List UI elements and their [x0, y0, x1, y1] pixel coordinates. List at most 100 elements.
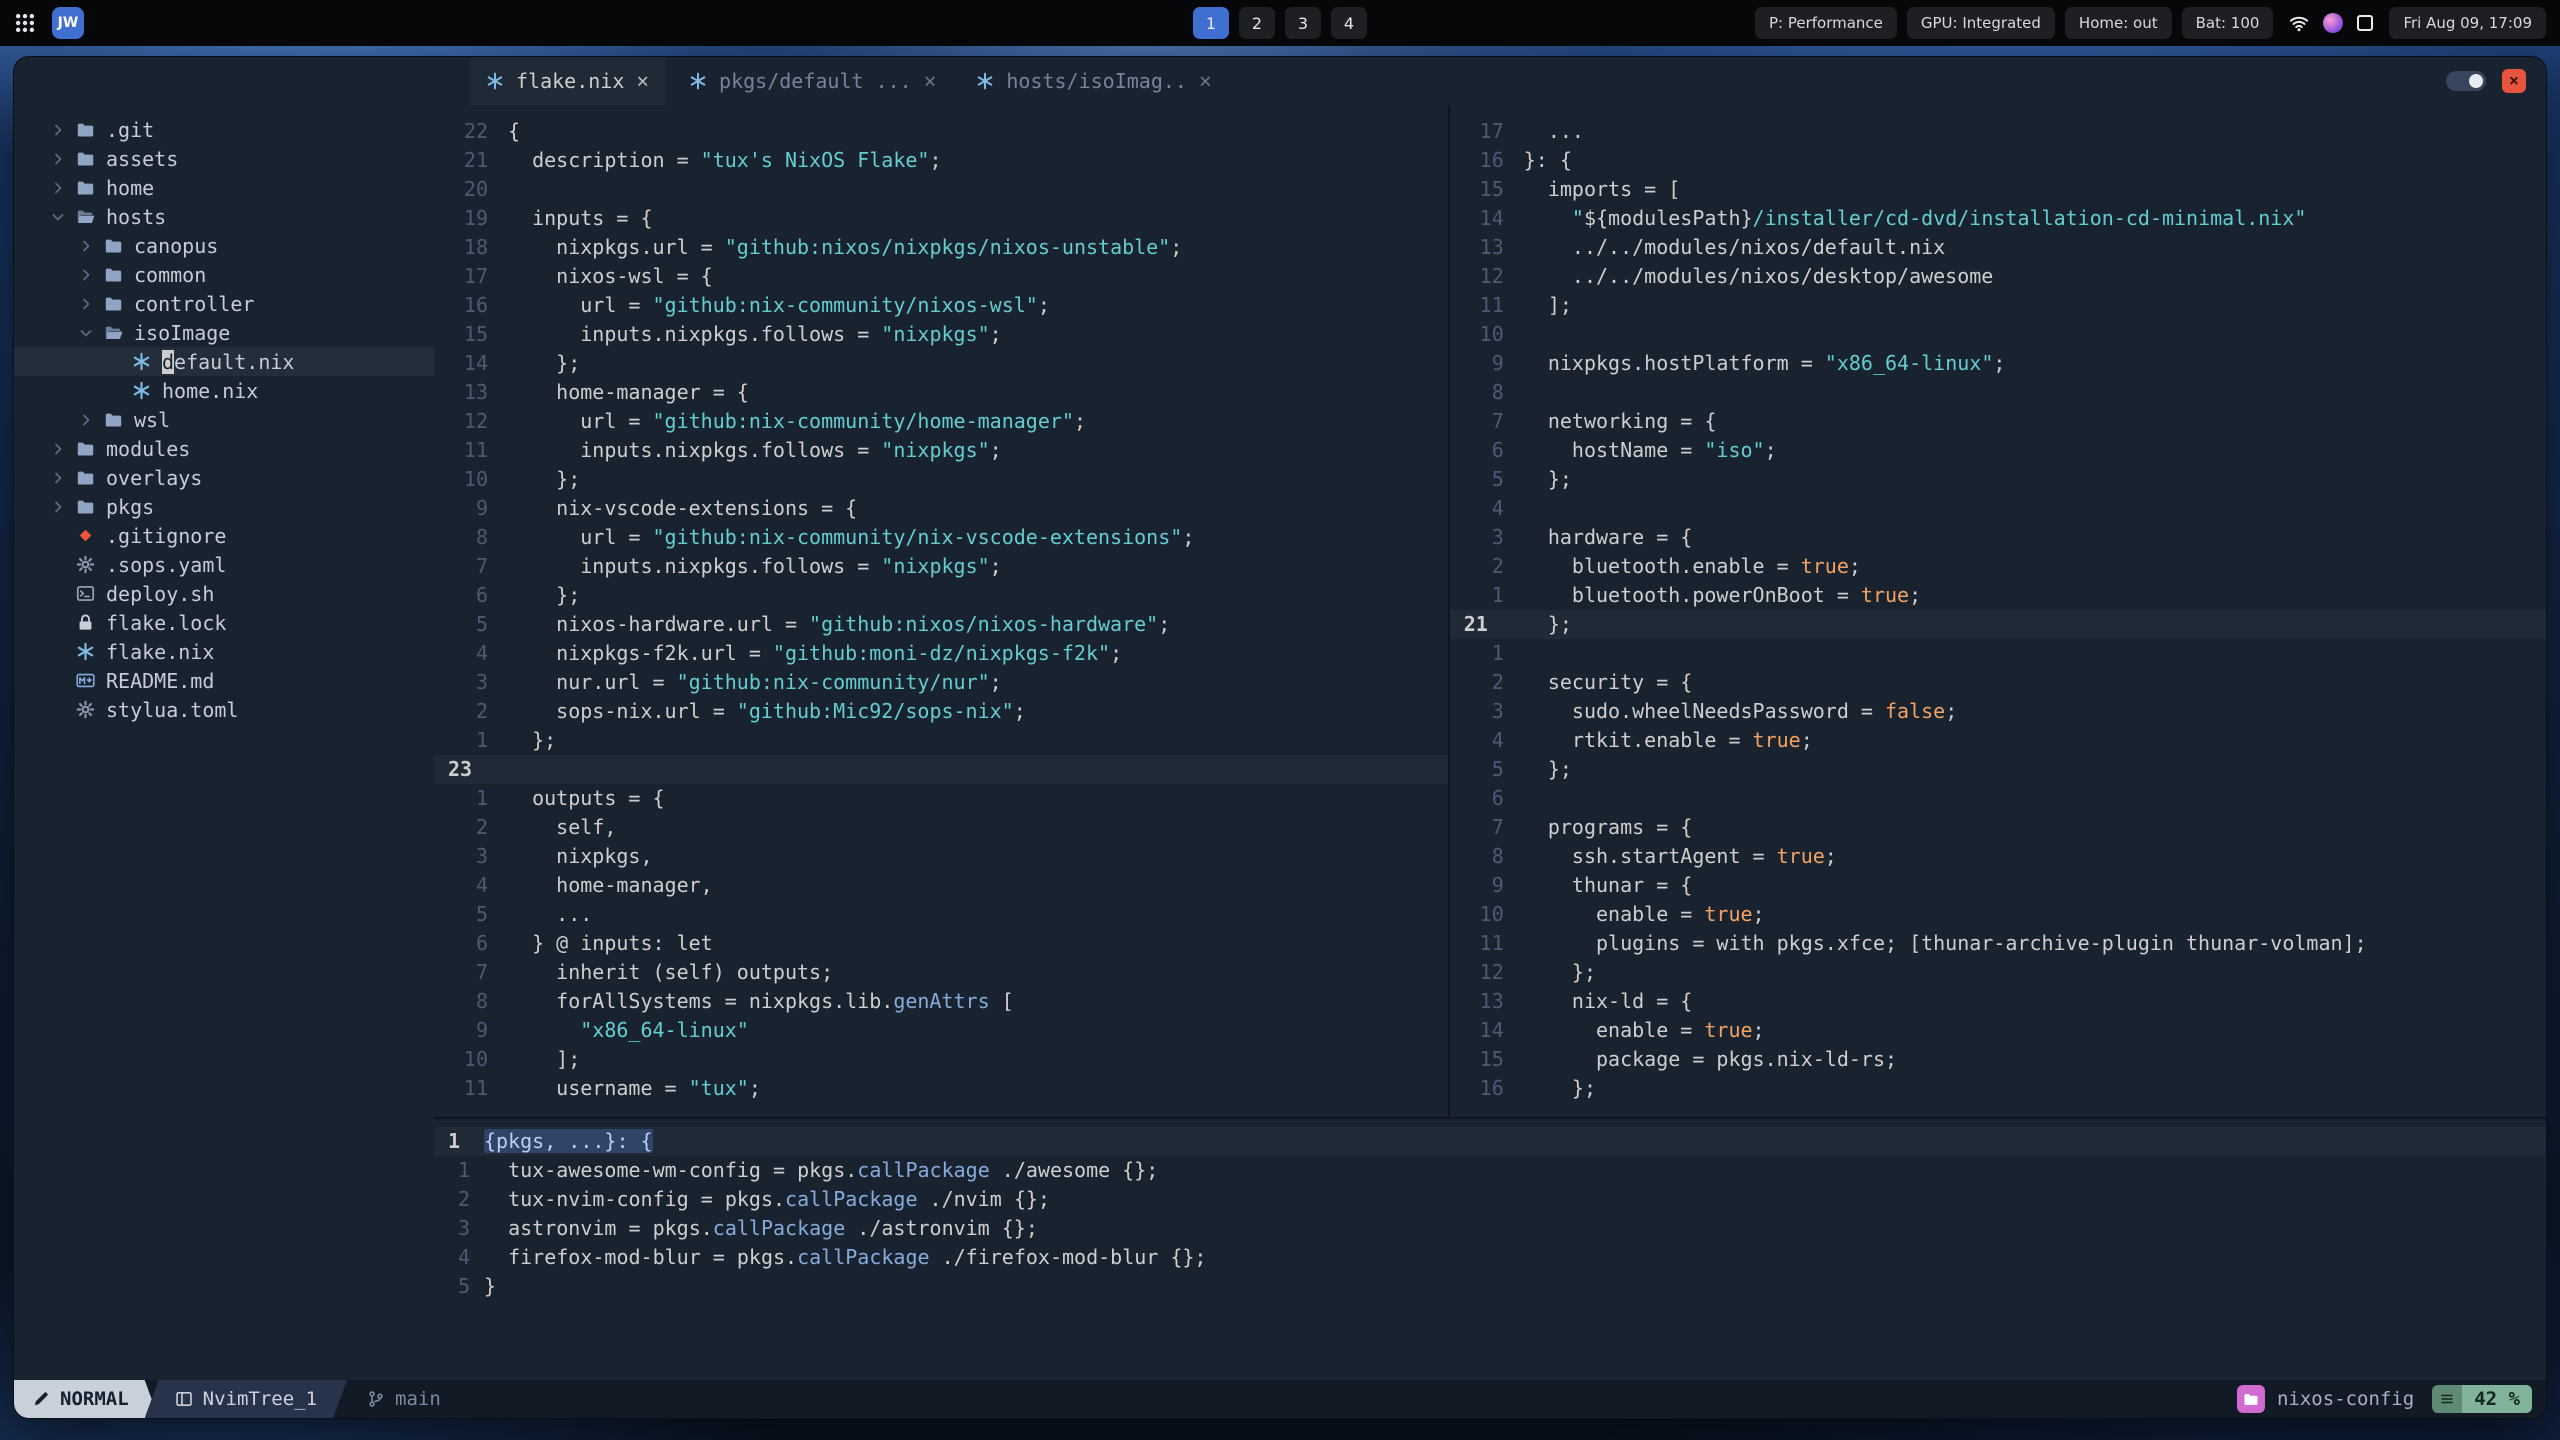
wifi-icon[interactable]: [2289, 13, 2309, 33]
tree-item-modules[interactable]: modules: [14, 434, 434, 463]
chevron-right-icon[interactable]: [50, 122, 76, 138]
code-line[interactable]: 6 hostName = "iso";: [1450, 436, 2546, 465]
code-line[interactable]: 6 } @ inputs: let: [434, 929, 1448, 958]
code-line[interactable]: 21 description = "tux's NixOS Flake";: [434, 146, 1448, 175]
code-line[interactable]: 16}: {: [1450, 146, 2546, 175]
tree-item-stylua-toml[interactable]: stylua.toml: [14, 695, 434, 724]
code-line[interactable]: 2 security = {: [1450, 668, 2546, 697]
code-line[interactable]: 12 };: [1450, 958, 2546, 987]
code-line[interactable]: 8: [1450, 378, 2546, 407]
code-line[interactable]: 11 plugins = with pkgs.xfce; [thunar-arc…: [1450, 929, 2546, 958]
chevron-right-icon[interactable]: [50, 470, 76, 486]
code-line[interactable]: 12 ../../modules/nixos/desktop/awesome: [1450, 262, 2546, 291]
tree-item--git[interactable]: .git: [14, 115, 434, 144]
code-line[interactable]: 7 networking = {: [1450, 407, 2546, 436]
chevron-right-icon[interactable]: [78, 238, 104, 254]
code-line[interactable]: 7 inherit (self) outputs;: [434, 958, 1448, 987]
chevron-right-icon[interactable]: [78, 412, 104, 428]
code-line[interactable]: 7 programs = {: [1450, 813, 2546, 842]
tab-close-icon[interactable]: ×: [924, 69, 937, 93]
code-line[interactable]: 16 url = "github:nix-community/nixos-wsl…: [434, 291, 1448, 320]
tab-flake-nix[interactable]: flake.nix ×: [470, 57, 665, 105]
code-line[interactable]: 13 nix-ld = {: [1450, 987, 2546, 1016]
code-line[interactable]: 7 inputs.nixpkgs.follows = "nixpkgs";: [434, 552, 1448, 581]
workspace-button-1[interactable]: 1: [1193, 7, 1229, 39]
chevron-down-icon[interactable]: [50, 209, 76, 225]
code-line[interactable]: 3 nur.url = "github:nix-community/nur";: [434, 668, 1448, 697]
code-line[interactable]: 16 };: [1450, 1074, 2546, 1103]
code-line[interactable]: 3 hardware = {: [1450, 523, 2546, 552]
code-line[interactable]: 4 home-manager,: [434, 871, 1448, 900]
editor-pkgs-default-nix[interactable]: 1 {pkgs, ...}: {1 tux-awesome-wm-config =…: [434, 1117, 2546, 1380]
code-line[interactable]: 1 tux-awesome-wm-config = pkgs.callPacka…: [434, 1156, 2546, 1185]
color-badge-icon[interactable]: [2323, 13, 2344, 33]
code-line[interactable]: 5 nixos-hardware.url = "github:nixos/nix…: [434, 610, 1448, 639]
code-line[interactable]: 4 firefox-mod-blur = pkgs.callPackage ./…: [434, 1243, 2546, 1272]
window-close-button[interactable]: ×: [2502, 69, 2526, 93]
code-line[interactable]: 23: [434, 755, 1448, 784]
code-line[interactable]: 15 package = pkgs.nix-ld-rs;: [1450, 1045, 2546, 1074]
code-line[interactable]: 1 bluetooth.powerOnBoot = true;: [1450, 581, 2546, 610]
chevron-right-icon[interactable]: [78, 267, 104, 283]
code-line[interactable]: 2 self,: [434, 813, 1448, 842]
chevron-right-icon[interactable]: [78, 296, 104, 312]
chevron-right-icon[interactable]: [50, 499, 76, 515]
tree-item-flake-nix[interactable]: flake.nix: [14, 637, 434, 666]
code-line[interactable]: 1 {pkgs, ...}: {: [434, 1127, 2546, 1156]
code-line[interactable]: 1 };: [434, 726, 1448, 755]
chevron-right-icon[interactable]: [50, 151, 76, 167]
code-line[interactable]: 8 ssh.startAgent = true;: [1450, 842, 2546, 871]
code-line[interactable]: 5}: [434, 1272, 2546, 1301]
code-line[interactable]: 15 imports = [: [1450, 175, 2546, 204]
code-line[interactable]: 14 };: [434, 349, 1448, 378]
code-line[interactable]: 13 ../../modules/nixos/default.nix: [1450, 233, 2546, 262]
code-line[interactable]: 4: [1450, 494, 2546, 523]
tree-item-hosts[interactable]: hosts: [14, 202, 434, 231]
tab-close-icon[interactable]: ×: [1199, 69, 1212, 93]
code-line[interactable]: 17 nixos-wsl = {: [434, 262, 1448, 291]
code-line[interactable]: 13 home-manager = {: [434, 378, 1448, 407]
chevron-right-icon[interactable]: [50, 441, 76, 457]
tree-item-default-nix[interactable]: default.nix: [14, 347, 434, 376]
code-line[interactable]: 22 {: [434, 117, 1448, 146]
tree-item-readme-md[interactable]: README.md: [14, 666, 434, 695]
titlebar-toggle[interactable]: [2446, 71, 2486, 91]
workspace-button-3[interactable]: 3: [1285, 7, 1321, 39]
code-line[interactable]: 4 rtkit.enable = true;: [1450, 726, 2546, 755]
chevron-down-icon[interactable]: [78, 325, 104, 341]
code-line[interactable]: 6: [1450, 784, 2546, 813]
code-line[interactable]: 18 nixpkgs.url = "github:nixos/nixpkgs/n…: [434, 233, 1448, 262]
code-line[interactable]: 5 ...: [434, 900, 1448, 929]
tree-item-pkgs[interactable]: pkgs: [14, 492, 434, 521]
code-line[interactable]: 1 outputs = {: [434, 784, 1448, 813]
tree-item-wsl[interactable]: wsl: [14, 405, 434, 434]
code-line[interactable]: 6 };: [434, 581, 1448, 610]
code-line[interactable]: 11 ];: [1450, 291, 2546, 320]
tree-item-isoimage[interactable]: isoImage: [14, 318, 434, 347]
code-line[interactable]: 14 enable = true;: [1450, 1016, 2546, 1045]
code-line[interactable]: 9 "x86_64-linux": [434, 1016, 1448, 1045]
code-line[interactable]: 9 thunar = {: [1450, 871, 2546, 900]
code-line[interactable]: 5 };: [1450, 465, 2546, 494]
code-line[interactable]: 3 sudo.wheelNeedsPassword = false;: [1450, 697, 2546, 726]
code-line[interactable]: 11 username = "tux";: [434, 1074, 1448, 1103]
tree-item-home-nix[interactable]: home.nix: [14, 376, 434, 405]
tree-item-deploy-sh[interactable]: deploy.sh: [14, 579, 434, 608]
code-line[interactable]: 9 nix-vscode-extensions = {: [434, 494, 1448, 523]
code-line[interactable]: 2 bluetooth.enable = true;: [1450, 552, 2546, 581]
editor-flake-nix[interactable]: 22{21 description = "tux's NixOS Flake";…: [434, 105, 1448, 1117]
app-launcher-icon[interactable]: [14, 12, 36, 34]
code-line[interactable]: 10 ];: [434, 1045, 1448, 1074]
code-line[interactable]: 12 url = "github:nix-community/home-mana…: [434, 407, 1448, 436]
window-outline-icon[interactable]: [2357, 15, 2374, 31]
code-line[interactable]: 3 astronvim = pkgs.callPackage ./astronv…: [434, 1214, 2546, 1243]
code-line[interactable]: 2 tux-nvim-config = pkgs.callPackage ./n…: [434, 1185, 2546, 1214]
code-line[interactable]: 17 ...: [1450, 117, 2546, 146]
code-line[interactable]: 9 nixpkgs.hostPlatform = "x86_64-linux";: [1450, 349, 2546, 378]
launcher-logo[interactable]: JW: [52, 7, 84, 39]
tree-item--sops-yaml[interactable]: .sops.yaml: [14, 550, 434, 579]
tree-item-canopus[interactable]: canopus: [14, 231, 434, 260]
code-line[interactable]: 14 "${modulesPath}/installer/cd-dvd/inst…: [1450, 204, 2546, 233]
workspace-button-4[interactable]: 4: [1331, 7, 1367, 39]
tree-item-controller[interactable]: controller: [14, 289, 434, 318]
